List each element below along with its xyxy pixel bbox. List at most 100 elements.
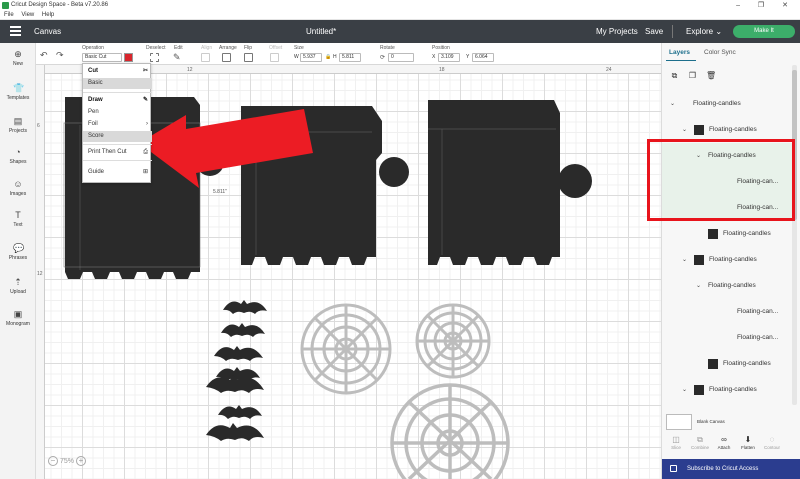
- spiderweb-2[interactable]: [415, 303, 491, 379]
- tab-layers[interactable]: Layers: [669, 49, 690, 56]
- floating-candle-3[interactable]: [428, 100, 592, 265]
- position-y-input[interactable]: 6.064: [472, 53, 494, 62]
- position-x-input[interactable]: 3.109: [438, 53, 460, 62]
- zoom-out-button[interactable]: −: [48, 456, 58, 466]
- flip-icon[interactable]: [244, 53, 253, 62]
- sidebar-item-projects[interactable]: ▤ Projects: [0, 116, 36, 134]
- menu-item-print-then-cut[interactable]: Print Then Cut ⎙: [83, 147, 152, 158]
- contour-button[interactable]: ◌ Contour: [762, 435, 782, 450]
- layer-expand-chevron-icon[interactable]: ⌄: [670, 91, 675, 117]
- spiderweb-3[interactable]: [390, 383, 510, 479]
- draw-header-label: Draw: [88, 97, 103, 103]
- subscribe-label: Subscribe to Cricut Access: [687, 466, 759, 472]
- tab-color-sync[interactable]: Color Sync: [704, 49, 736, 56]
- sidebar-item-upload[interactable]: ⇡ Upload: [0, 277, 36, 295]
- menu-item-basic[interactable]: Basic: [83, 78, 152, 89]
- attach-button[interactable]: ∞ Attach: [714, 435, 734, 450]
- subscribe-cricut-access-button[interactable]: Subscribe to Cricut Access: [662, 459, 800, 479]
- sidebar-item-label: Images: [9, 191, 27, 197]
- rotate-input[interactable]: 0: [388, 53, 414, 62]
- operation-select[interactable]: Basic Cut: [82, 53, 122, 62]
- layers-panel: Layers Color Sync ⧉ ❐ 🗑 ⌄ Floating-candle…: [661, 43, 800, 479]
- size-width-input[interactable]: 5.937: [300, 53, 322, 62]
- arrange-icon[interactable]: [222, 53, 231, 62]
- bats-group[interactable]: [206, 300, 267, 441]
- layer-row[interactable]: ⌄ Floating-candles: [662, 91, 793, 117]
- sidebar-item-new[interactable]: ⊕ New: [0, 49, 36, 67]
- layer-expand-chevron-icon[interactable]: ⌄: [696, 273, 701, 299]
- layer-expand-chevron-icon[interactable]: ⌄: [682, 117, 687, 143]
- blank-canvas-layer[interactable]: Blank Canvas: [666, 412, 796, 434]
- layer-expand-chevron-icon[interactable]: ⌄: [682, 247, 687, 273]
- layer-row[interactable]: ⌄ Floating-candles: [662, 273, 793, 299]
- redo-icon[interactable]: ↷: [56, 51, 65, 60]
- align-icon[interactable]: [201, 53, 210, 62]
- combine-icon: ⧉: [697, 435, 703, 444]
- deselect-icon[interactable]: [150, 53, 159, 62]
- hamburger-menu-icon[interactable]: [10, 26, 21, 36]
- layer-row[interactable]: Floating-can...: [662, 325, 793, 351]
- layer-name: Floating-candles: [709, 126, 757, 133]
- offset-icon[interactable]: [270, 53, 279, 62]
- flatten-button[interactable]: ⬇ Flatten: [738, 435, 758, 450]
- layer-row[interactable]: Floating-can...: [662, 195, 793, 221]
- size-height-input[interactable]: 5.811: [339, 53, 361, 62]
- group-icon[interactable]: ⧉: [670, 71, 679, 80]
- window-controls[interactable]: – ❐ ✕: [736, 0, 796, 11]
- menu-item-pen[interactable]: Pen: [83, 107, 152, 118]
- layer-row[interactable]: ⌄ Floating-candles: [662, 143, 793, 169]
- layer-row[interactable]: ⌄ Floating-candles: [662, 403, 793, 411]
- sidebar-item-templates[interactable]: 👕 Templates: [0, 83, 36, 101]
- sidebar-item-shapes[interactable]: ◔ Shapes: [0, 147, 36, 165]
- sidebar-item-monogram[interactable]: ▣ Monogram: [0, 309, 36, 327]
- layer-row[interactable]: Floating-can...: [662, 299, 793, 325]
- menu-item-score[interactable]: Score: [83, 131, 152, 142]
- layer-name: Floating-can...: [737, 308, 779, 315]
- rotate-label: Rotate: [380, 45, 395, 51]
- layer-row[interactable]: Floating-can...: [662, 169, 793, 195]
- layer-expand-chevron-icon[interactable]: ⌄: [682, 377, 687, 403]
- menu-help[interactable]: Help: [42, 12, 54, 18]
- rotate-icon: ⟳: [380, 55, 386, 61]
- layers-scrollbar-thumb[interactable]: [792, 70, 797, 220]
- layer-name: Floating-candles: [708, 282, 756, 289]
- undo-icon[interactable]: ↶: [40, 51, 49, 60]
- layer-row[interactable]: ⌄ Floating-candles: [662, 117, 793, 143]
- slice-button[interactable]: ◫ Slice: [666, 435, 686, 450]
- zoom-in-button[interactable]: +: [75, 456, 86, 466]
- combine-button[interactable]: ⧉ Combine: [690, 435, 710, 450]
- menu-view[interactable]: View: [21, 12, 34, 18]
- blank-canvas-swatch: [666, 414, 692, 430]
- layer-row[interactable]: ⌄ Floating-candles: [662, 377, 793, 403]
- sidebar-item-images[interactable]: ☺ Images: [0, 179, 36, 197]
- attach-icon: ∞: [721, 435, 727, 444]
- menu-file[interactable]: File: [4, 12, 14, 18]
- align-label: Align: [201, 45, 213, 51]
- sidebar-item-phrases[interactable]: 💬 Phrases: [0, 243, 36, 261]
- layer-expand-chevron-icon[interactable]: ⌄: [696, 403, 701, 411]
- layer-expand-chevron-icon[interactable]: ⌄: [696, 143, 701, 169]
- spiderweb-1[interactable]: [300, 303, 392, 395]
- layer-actions: ◫ Slice ⧉ Combine ∞ Attach ⬇ Flatten ◌ Contou…: [662, 434, 800, 454]
- window-title: Cricut Design Space - Beta v7.20.86: [11, 2, 109, 8]
- layer-row[interactable]: Floating-candles: [662, 351, 793, 377]
- edit-pencil-icon[interactable]: ✎: [173, 53, 182, 62]
- layer-row[interactable]: Floating-candles: [662, 221, 793, 247]
- save-button[interactable]: Save: [645, 27, 663, 36]
- explore-menu[interactable]: Explore ⌄: [686, 27, 722, 36]
- layer-row[interactable]: ⌄ Floating-candles: [662, 247, 793, 273]
- trash-icon[interactable]: 🗑: [706, 71, 716, 80]
- lock-icon[interactable]: 🔒: [325, 54, 331, 60]
- my-projects-link[interactable]: My Projects: [596, 27, 638, 36]
- menu-item-foil[interactable]: Foil ›: [83, 119, 152, 130]
- make-it-button[interactable]: Make It: [733, 25, 795, 38]
- operation-color-swatch[interactable]: [124, 53, 133, 62]
- layer-swatch: [694, 125, 704, 135]
- sidebar-item-text[interactable]: T Text: [0, 210, 36, 228]
- sidebar-item-label: Templates: [6, 95, 30, 101]
- menu-item-guide[interactable]: Guide ⊞: [83, 167, 152, 178]
- duplicate-icon[interactable]: ❐: [688, 71, 697, 80]
- sidebar-item-label: New: [12, 61, 23, 67]
- contour-icon: ◌: [769, 435, 775, 444]
- size-label: Size: [294, 45, 304, 51]
